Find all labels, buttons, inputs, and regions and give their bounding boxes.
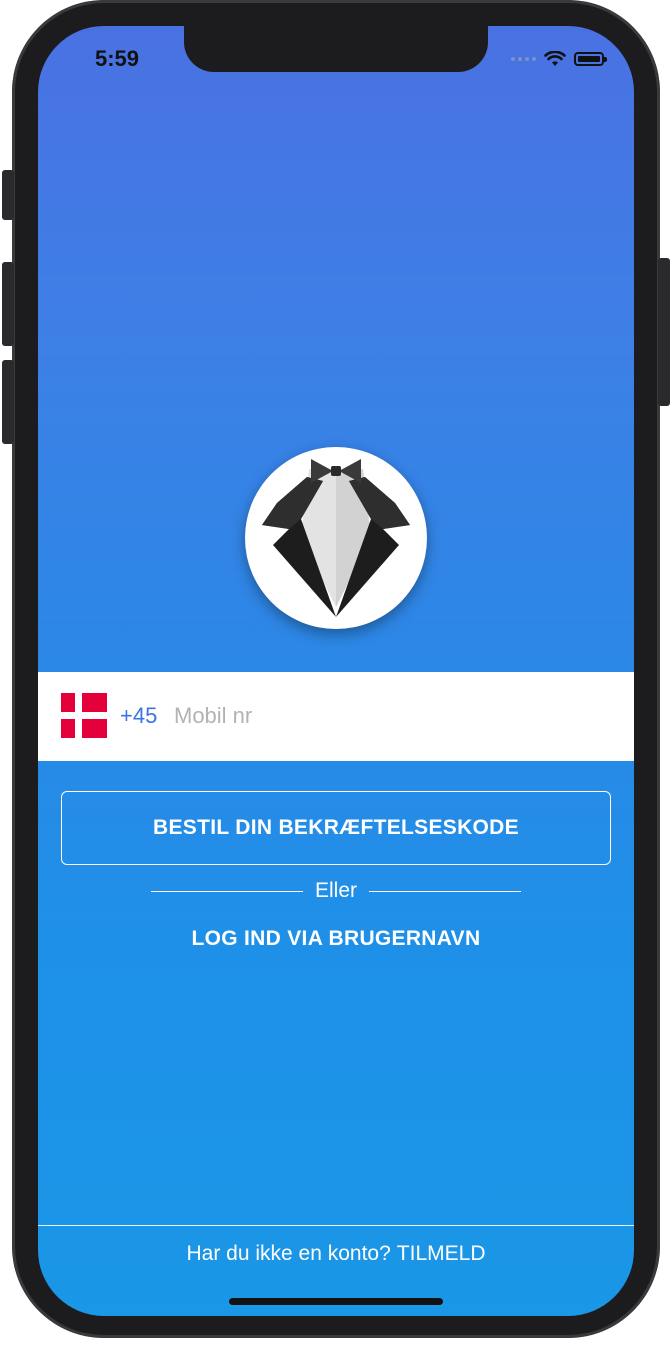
power-button [658,258,670,406]
mobile-number-input[interactable] [174,696,594,736]
status-icons [511,48,607,70]
wifi-icon [544,51,566,66]
volume-down-button [2,360,14,444]
notch [184,26,488,72]
country-code[interactable]: +45 [120,703,157,729]
signup-link[interactable]: TILMELD [397,1242,486,1266]
tuxedo-icon [262,459,410,617]
status-time: 5:59 [95,46,140,71]
divider-line-left [151,890,303,892]
tuxedo-logo [245,447,427,629]
phone-device: 5:59 +45 Mobil nr BESTIL DIN BEKRÆFTELSE… [2,0,670,1346]
cellular-dots-icon [511,57,536,61]
signup-footer: Har du ikke en konto? TILMELD [38,1225,634,1282]
denmark-flag-icon[interactable] [61,693,107,738]
mute-switch [2,170,14,220]
divider-label: Eller [315,879,358,902]
home-indicator[interactable] [229,1298,443,1305]
divider-line-right [369,890,522,892]
username-login-link[interactable]: LOG IND VIA BRUGERNAVN [38,919,634,959]
app-screen: 5:59 +45 Mobil nr BESTIL DIN BEKRÆFTELSE… [38,26,634,1316]
signup-prompt: Har du ikke en konto? [186,1242,391,1265]
volume-up-button [2,262,14,346]
or-divider: Eller [151,876,522,906]
phone-number-row: +45 [38,672,634,761]
request-code-button[interactable]: BESTIL DIN BEKRÆFTELSESKODE [61,791,611,865]
battery-icon [574,52,607,66]
